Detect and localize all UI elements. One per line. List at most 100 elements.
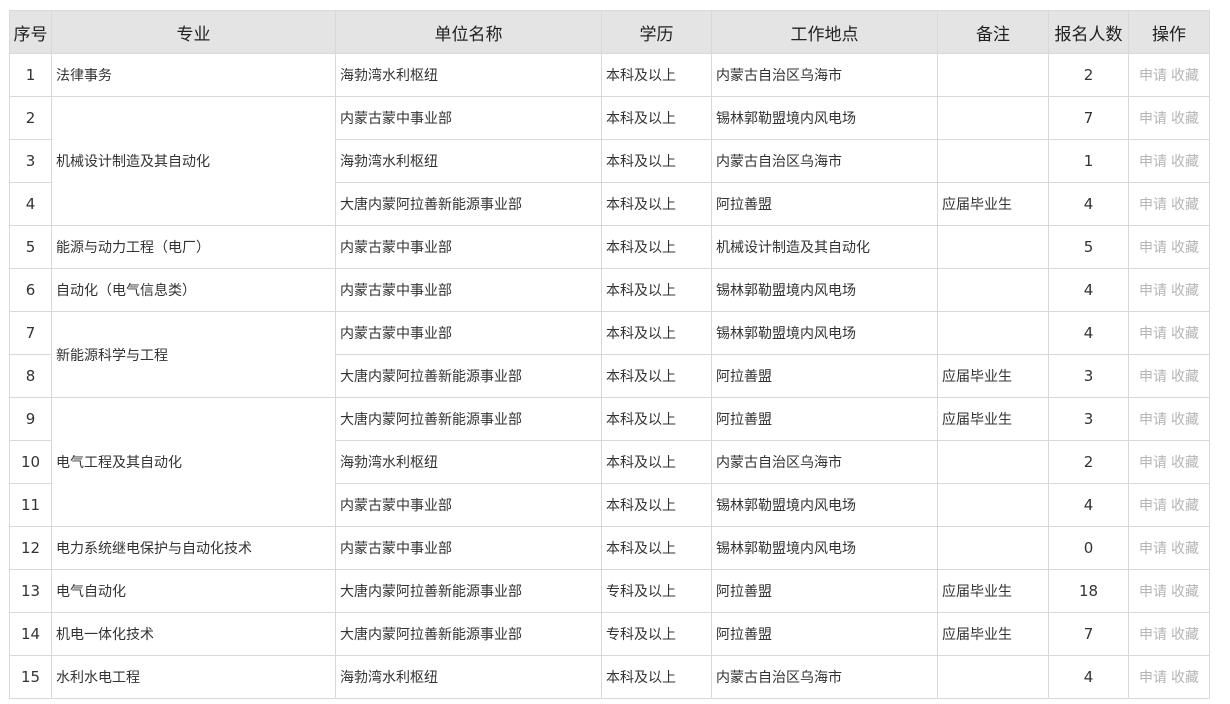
apply-link[interactable]: 申请	[1139, 154, 1167, 170]
row-index: 12	[9, 526, 52, 570]
row-location: 锡林郭勒盟境内风电场	[711, 526, 938, 570]
apply-link[interactable]: 申请	[1139, 541, 1167, 557]
row-unit: 大唐内蒙阿拉善新能源事业部	[335, 397, 602, 441]
row-unit: 海勃湾水利枢纽	[335, 440, 602, 484]
row-major: 自动化（电气信息类）	[51, 268, 336, 312]
row-note: 应届毕业生	[937, 397, 1049, 441]
row-index: 8	[9, 354, 52, 398]
apply-link[interactable]: 申请	[1139, 498, 1167, 514]
row-location: 阿拉善盟	[711, 397, 938, 441]
job-positions-table: 序号 专业 单位名称 学历 工作地点 备注 报名人数 操作 1 法律事务 海勃湾…	[9, 10, 1210, 699]
row-education: 专科及以上	[601, 569, 712, 613]
row-education: 本科及以上	[601, 483, 712, 527]
row-education: 本科及以上	[601, 225, 712, 269]
row-actions: 申请 收藏	[1128, 311, 1210, 355]
favorite-link[interactable]: 收藏	[1171, 627, 1199, 643]
row-note	[937, 139, 1049, 183]
favorite-link[interactable]: 收藏	[1171, 283, 1199, 299]
apply-link[interactable]: 申请	[1139, 197, 1167, 213]
row-unit: 内蒙古蒙中事业部	[335, 311, 602, 355]
row-index: 10	[9, 440, 52, 484]
header-note: 备注	[937, 10, 1049, 54]
favorite-link[interactable]: 收藏	[1171, 197, 1199, 213]
apply-link[interactable]: 申请	[1139, 283, 1167, 299]
favorite-link[interactable]: 收藏	[1171, 541, 1199, 557]
row-major: 电气工程及其自动化	[51, 397, 336, 527]
row-actions: 申请 收藏	[1128, 139, 1210, 183]
row-actions: 申请 收藏	[1128, 225, 1210, 269]
row-applicant-count: 4	[1048, 268, 1129, 312]
favorite-link[interactable]: 收藏	[1171, 111, 1199, 127]
table-row: 9 电气工程及其自动化 大唐内蒙阿拉善新能源事业部 本科及以上 阿拉善盟 应届毕…	[9, 397, 1210, 527]
apply-link[interactable]: 申请	[1139, 240, 1167, 256]
row-unit: 内蒙古蒙中事业部	[335, 225, 602, 269]
row-location: 阿拉善盟	[711, 354, 938, 398]
row-unit: 大唐内蒙阿拉善新能源事业部	[335, 612, 602, 656]
apply-link[interactable]: 申请	[1139, 412, 1167, 428]
row-note	[937, 440, 1049, 484]
table-row: 15 水利水电工程 海勃湾水利枢纽 本科及以上 内蒙古自治区乌海市 4 申请 收藏	[9, 655, 1210, 699]
row-location: 阿拉善盟	[711, 182, 938, 226]
apply-link[interactable]: 申请	[1139, 326, 1167, 342]
favorite-link[interactable]: 收藏	[1171, 498, 1199, 514]
row-unit: 内蒙古蒙中事业部	[335, 483, 602, 527]
row-location: 机械设计制造及其自动化	[711, 225, 938, 269]
apply-link[interactable]: 申请	[1139, 627, 1167, 643]
row-location: 锡林郭勒盟境内风电场	[711, 268, 938, 312]
header-applicant-count: 报名人数	[1048, 10, 1129, 54]
row-index: 11	[9, 483, 52, 527]
row-actions: 申请 收藏	[1128, 354, 1210, 398]
row-applicant-count: 0	[1048, 526, 1129, 570]
row-major: 法律事务	[51, 53, 336, 97]
apply-link[interactable]: 申请	[1139, 111, 1167, 127]
row-applicant-count: 4	[1048, 311, 1129, 355]
favorite-link[interactable]: 收藏	[1171, 240, 1199, 256]
table-row: 12 电力系统继电保护与自动化技术 内蒙古蒙中事业部 本科及以上 锡林郭勒盟境内…	[9, 526, 1210, 570]
favorite-link[interactable]: 收藏	[1171, 412, 1199, 428]
row-index: 2	[9, 96, 52, 140]
row-major: 水利水电工程	[51, 655, 336, 699]
row-note	[937, 483, 1049, 527]
row-applicant-count: 7	[1048, 612, 1129, 656]
header-index: 序号	[9, 10, 52, 54]
row-education: 本科及以上	[601, 354, 712, 398]
row-index: 4	[9, 182, 52, 226]
row-education: 本科及以上	[601, 440, 712, 484]
row-note: 应届毕业生	[937, 182, 1049, 226]
row-education: 本科及以上	[601, 96, 712, 140]
favorite-link[interactable]: 收藏	[1171, 369, 1199, 385]
favorite-link[interactable]: 收藏	[1171, 326, 1199, 342]
row-location: 内蒙古自治区乌海市	[711, 440, 938, 484]
table-header-row: 序号 专业 单位名称 学历 工作地点 备注 报名人数 操作	[9, 10, 1210, 54]
row-location: 阿拉善盟	[711, 569, 938, 613]
apply-link[interactable]: 申请	[1139, 455, 1167, 471]
favorite-link[interactable]: 收藏	[1171, 455, 1199, 471]
row-actions: 申请 收藏	[1128, 440, 1210, 484]
row-actions: 申请 收藏	[1128, 655, 1210, 699]
favorite-link[interactable]: 收藏	[1171, 154, 1199, 170]
row-note: 应届毕业生	[937, 354, 1049, 398]
favorite-link[interactable]: 收藏	[1171, 584, 1199, 600]
favorite-link[interactable]: 收藏	[1171, 670, 1199, 686]
row-education: 本科及以上	[601, 53, 712, 97]
row-note	[937, 268, 1049, 312]
favorite-link[interactable]: 收藏	[1171, 68, 1199, 84]
apply-link[interactable]: 申请	[1139, 584, 1167, 600]
apply-link[interactable]: 申请	[1139, 369, 1167, 385]
row-education: 本科及以上	[601, 526, 712, 570]
table-row: 6 自动化（电气信息类） 内蒙古蒙中事业部 本科及以上 锡林郭勒盟境内风电场 4…	[9, 268, 1210, 312]
row-education: 本科及以上	[601, 182, 712, 226]
row-note	[937, 53, 1049, 97]
table-row: 2 机械设计制造及其自动化 内蒙古蒙中事业部 本科及以上 锡林郭勒盟境内风电场 …	[9, 96, 1210, 226]
row-actions: 申请 收藏	[1128, 53, 1210, 97]
row-location: 阿拉善盟	[711, 612, 938, 656]
row-unit: 大唐内蒙阿拉善新能源事业部	[335, 569, 602, 613]
row-unit: 海勃湾水利枢纽	[335, 655, 602, 699]
apply-link[interactable]: 申请	[1139, 670, 1167, 686]
row-note	[937, 311, 1049, 355]
apply-link[interactable]: 申请	[1139, 68, 1167, 84]
row-location: 内蒙古自治区乌海市	[711, 53, 938, 97]
row-unit: 海勃湾水利枢纽	[335, 53, 602, 97]
row-actions: 申请 收藏	[1128, 526, 1210, 570]
header-location: 工作地点	[711, 10, 938, 54]
